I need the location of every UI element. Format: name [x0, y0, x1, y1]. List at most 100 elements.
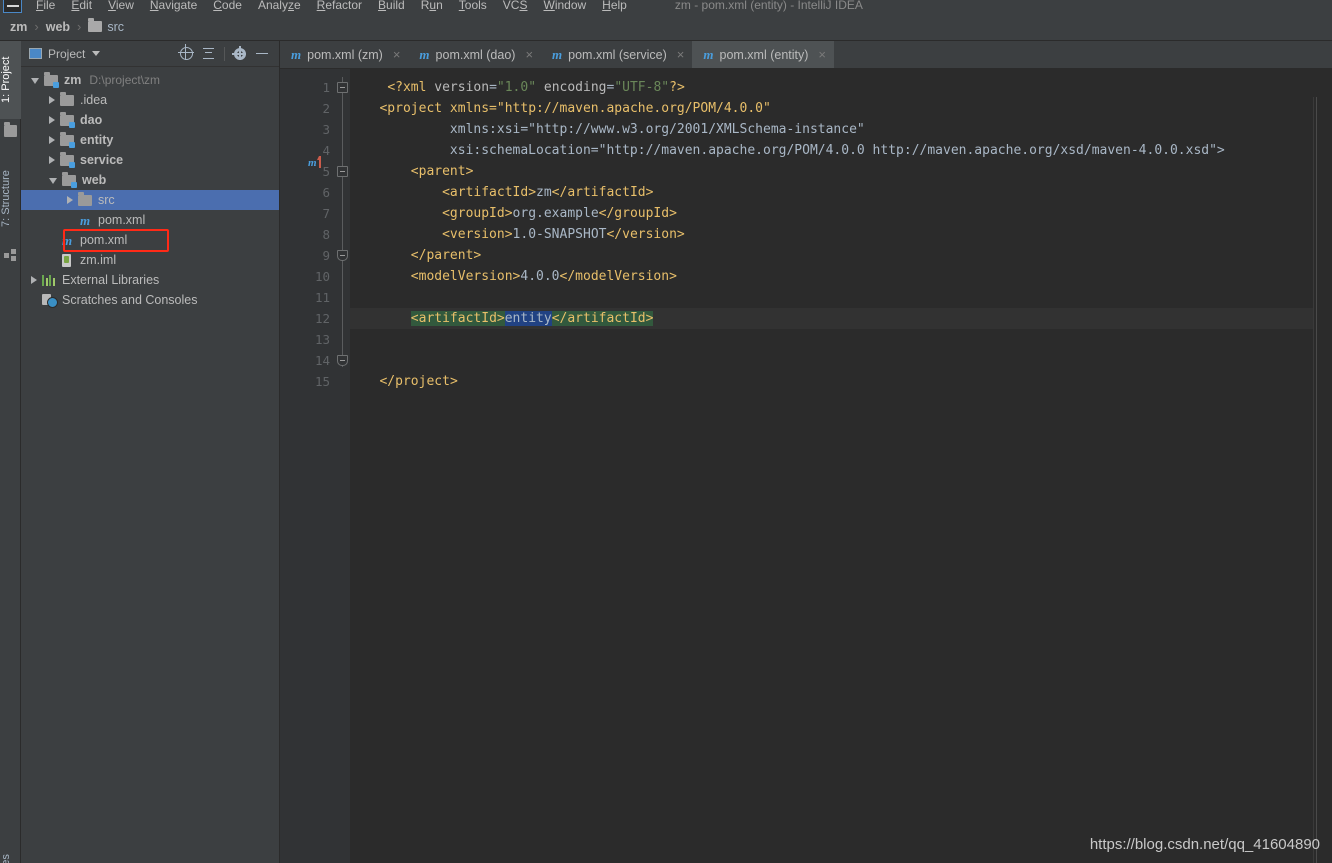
tree-item-zm[interactable]: zm D:\project\zm: [21, 70, 279, 90]
line-number: 1: [322, 80, 330, 95]
chevron-right-icon[interactable]: [49, 156, 55, 164]
maven-dependency-marker[interactable]: m: [308, 156, 321, 169]
code-line-6[interactable]: <artifactId>zm</artifactId>: [350, 182, 1332, 203]
tree-item-idea[interactable]: .idea: [21, 90, 279, 110]
editor-tab-pom-xml-entity[interactable]: m pom.xml (entity) ×: [692, 41, 834, 68]
chevron-right-icon[interactable]: [31, 276, 37, 284]
tree-item-pom-xml[interactable]: m pom.xml: [21, 210, 279, 230]
menu-item-analyze[interactable]: Analyze: [250, 0, 309, 13]
locate-icon[interactable]: [176, 43, 198, 65]
tool-tab-project[interactable]: 1: Project: [0, 41, 21, 119]
tool-tab-favorites[interactable]: orites: [0, 831, 21, 863]
tree-item-service[interactable]: service: [21, 150, 279, 170]
tree-item-scratches-and-consoles[interactable]: Scratches and Consoles: [21, 290, 279, 310]
editor-tab-label: pom.xml (zm): [307, 47, 383, 62]
code-line-4[interactable]: xsi:schemaLocation="http://maven.apache.…: [350, 140, 1332, 161]
editor-area: m pom.xml (zm) × m pom.xml (dao) × m pom.xml (s…: [280, 41, 1332, 863]
close-icon[interactable]: ×: [393, 47, 401, 62]
menu-item-build[interactable]: Build: [370, 0, 413, 13]
code-line-3[interactable]: xmlns:xsi="http://www.w3.org/2001/XMLSch…: [350, 119, 1332, 140]
tree-item-web[interactable]: web: [21, 170, 279, 190]
code-line-12[interactable]: <artifactId>entity</artifactId>: [350, 308, 1332, 329]
maven-icon: m: [703, 46, 714, 62]
menu-item-help[interactable]: Help: [594, 0, 635, 13]
menu-item-window[interactable]: Window: [535, 0, 594, 13]
code-line-11[interactable]: [350, 287, 1332, 308]
project-tool-window: Project zm D:\project\zm .idea dao entity ser…: [21, 41, 280, 863]
code-line-14[interactable]: [350, 350, 1332, 371]
tree-item-label: .idea: [80, 93, 108, 107]
folder-icon: [88, 18, 103, 32]
collapse-all-icon[interactable]: [198, 43, 220, 65]
code-line-8[interactable]: <version>1.0-SNAPSHOT</version>: [350, 224, 1332, 245]
folder-icon: [60, 91, 74, 106]
chevron-down-icon[interactable]: [92, 51, 101, 56]
tree-item-dao[interactable]: dao: [21, 110, 279, 130]
module-folder-icon: [44, 71, 59, 88]
folder-icon: [78, 191, 92, 206]
breadcrumb-item-zm[interactable]: zm: [10, 20, 27, 34]
minimize-icon[interactable]: [251, 43, 273, 65]
tree-item-external-libraries[interactable]: External Libraries: [21, 270, 279, 290]
menu-item-edit[interactable]: Edit: [63, 0, 100, 13]
menu-item-refactor[interactable]: Refactor: [309, 0, 370, 13]
breadcrumb-item-src[interactable]: src: [107, 20, 124, 34]
menu-item-file[interactable]: File: [28, 0, 63, 13]
code-folding-bar[interactable]: [336, 69, 350, 863]
menu-item-vcs[interactable]: VCS: [495, 0, 536, 13]
tree-item-label: web: [82, 173, 107, 187]
menu-bar: File Edit View Navigate Code Analyze Ref…: [0, 0, 1332, 13]
code-line-9[interactable]: </parent>: [350, 245, 1332, 266]
gear-icon[interactable]: [229, 43, 251, 65]
fold-marker-line2[interactable]: [337, 82, 348, 93]
chevron-right-icon[interactable]: [49, 136, 55, 144]
editor-right-rail[interactable]: [1313, 97, 1332, 863]
chevron-right-icon[interactable]: [67, 196, 73, 204]
line-number: 6: [322, 185, 330, 200]
tree-item-zm-iml[interactable]: zm.iml: [21, 250, 279, 270]
code-line-15[interactable]: </project>: [350, 371, 1332, 392]
code-line-13[interactable]: [350, 329, 1332, 350]
code-line-5[interactable]: <parent>: [350, 161, 1332, 182]
editor-tab-pom-xml-dao[interactable]: m pom.xml (dao) ×: [408, 41, 541, 68]
menu-item-tools[interactable]: Tools: [451, 0, 495, 13]
chevron-right-icon[interactable]: [49, 96, 55, 104]
line-number-gutter[interactable]: 1 2 3 4 5 6 7 8 9 10 11 12 13 14 15 m: [280, 69, 336, 863]
editor-tab-pom-xml-zm[interactable]: m pom.xml (zm) ×: [280, 41, 408, 68]
line-number: 14: [314, 353, 330, 368]
editor-tab-pom-xml-service[interactable]: m pom.xml (service) ×: [541, 41, 692, 68]
code-line-1[interactable]: <?xml version="1.0" encoding="UTF-8"?>: [350, 77, 1332, 98]
chevron-down-icon[interactable]: [31, 78, 39, 84]
line-number: 8: [322, 227, 330, 242]
chevron-right-icon[interactable]: [49, 116, 55, 124]
line-number: 3: [322, 122, 330, 137]
divider: [224, 46, 225, 61]
tree-item-entity[interactable]: entity: [21, 130, 279, 150]
project-tree: zm D:\project\zm .idea dao entity service web s…: [21, 67, 279, 310]
code-line-7[interactable]: <groupId>org.example</groupId>: [350, 203, 1332, 224]
fold-marker-line5[interactable]: [337, 166, 348, 177]
tree-item-src[interactable]: src: [21, 190, 279, 210]
close-icon[interactable]: ×: [818, 47, 826, 62]
code-editor[interactable]: <?xml version="1.0" encoding="UTF-8"?> <…: [350, 69, 1332, 863]
line-number: 7: [322, 206, 330, 221]
code-line-10[interactable]: <modelVersion>4.0.0</modelVersion>: [350, 266, 1332, 287]
fold-marker-line15[interactable]: [337, 355, 348, 366]
menu-item-run[interactable]: Run: [413, 0, 451, 13]
menu-item-navigate[interactable]: Navigate: [142, 0, 205, 13]
chevron-down-icon[interactable]: [49, 178, 57, 184]
tree-item-label: dao: [80, 113, 103, 127]
breadcrumb-item-web[interactable]: web: [46, 20, 70, 34]
code-line-2[interactable]: <project xmlns="http://maven.apache.org/…: [350, 98, 1332, 119]
structure-icon: [4, 249, 17, 261]
tool-tab-structure[interactable]: 7: Structure: [0, 153, 21, 245]
module-folder-icon: [60, 151, 75, 168]
close-icon[interactable]: ×: [677, 47, 685, 62]
close-icon[interactable]: ×: [525, 47, 533, 62]
breadcrumb: zm › web › src: [0, 13, 1332, 41]
menu-item-code[interactable]: Code: [205, 0, 250, 13]
tree-item-pom-xml[interactable]: m pom.xml: [21, 230, 279, 250]
fold-marker-line9[interactable]: [337, 250, 348, 261]
menu-item-view[interactable]: View: [100, 0, 142, 13]
intellij-window: File Edit View Navigate Code Analyze Ref…: [0, 0, 1332, 863]
